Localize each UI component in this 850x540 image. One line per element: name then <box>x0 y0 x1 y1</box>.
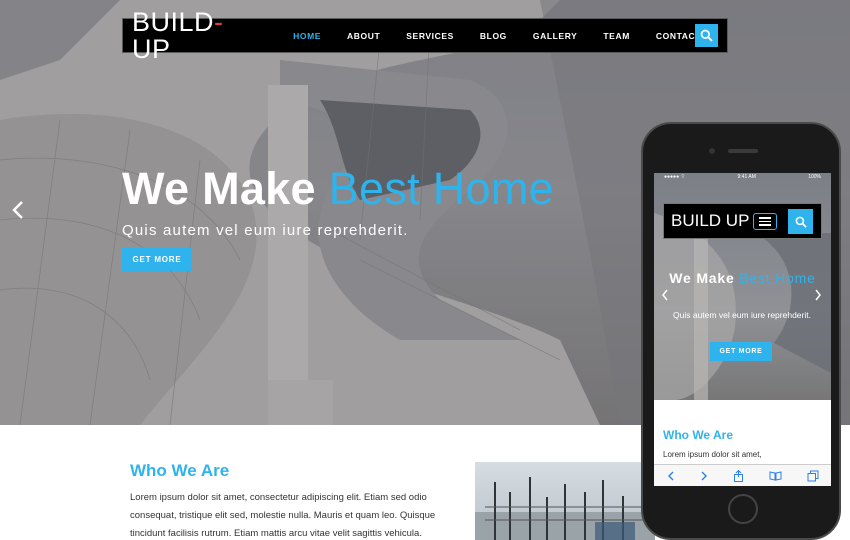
construction-image <box>475 462 655 540</box>
nav-item-gallery[interactable]: GALLERY <box>533 31 578 41</box>
nav-item-services[interactable]: SERVICES <box>406 31 454 41</box>
site-logo[interactable]: BUILD- UP <box>132 6 253 64</box>
mobile-hero-title: We Make Best Home <box>654 270 831 287</box>
search-button[interactable] <box>695 24 718 47</box>
nav-item-about[interactable]: ABOUT <box>347 31 380 41</box>
hero-subtitle: Quis autem vel eum iure reprehderit. <box>122 222 409 239</box>
nav-item-team[interactable]: TEAM <box>603 31 629 41</box>
phone-mockup: ●●●●● ⌔ 9:41 AM 100% BUILD UP We Make Best… <box>641 122 841 540</box>
mobile-title-accent: Best Home <box>739 270 816 286</box>
tabs-icon[interactable] <box>807 470 819 482</box>
mobile-section-paragraph: Lorem ipsum dolor sit amet, <box>663 450 762 459</box>
nav-item-blog[interactable]: BLOG <box>480 31 507 41</box>
logo-dash: - <box>214 6 224 37</box>
section-heading: Who We Are <box>130 461 230 480</box>
chevron-left-icon[interactable] <box>10 200 26 220</box>
mobile-get-more-button[interactable]: GET MORE <box>710 342 772 361</box>
search-icon <box>795 216 807 228</box>
mobile-section-heading: Who We Are <box>663 428 734 442</box>
top-navbar: BUILD- UP HOME ABOUT SERVICES BLOG GALLER… <box>122 8 728 62</box>
mobile-hero-subtitle: Quis autem vel eum iure reprehderit. <box>673 310 811 320</box>
status-battery: 100% <box>808 174 821 180</box>
share-icon[interactable] <box>733 469 744 482</box>
mobile-status-bar: ●●●●● ⌔ 9:41 AM 100% <box>664 174 821 180</box>
forward-icon[interactable] <box>700 471 708 481</box>
back-icon[interactable] <box>667 471 675 481</box>
page: BUILD- UP HOME ABOUT SERVICES BLOG GALLER… <box>0 0 850 540</box>
mobile-logo[interactable]: BUILD UP <box>671 211 749 231</box>
search-icon <box>700 29 713 42</box>
status-time: 9:41 AM <box>737 174 756 180</box>
bookmarks-icon[interactable] <box>769 470 782 481</box>
get-more-button[interactable]: GET MORE <box>122 248 192 271</box>
hero-title-main: We Make <box>122 163 329 214</box>
phone-camera <box>709 148 715 154</box>
section-paragraph: Lorem ipsum dolor sit amet, consectetur … <box>130 492 436 539</box>
mobile-search-button[interactable] <box>788 209 813 234</box>
nav-item-home[interactable]: HOME <box>293 31 321 41</box>
chevron-left-icon[interactable] <box>661 289 669 301</box>
phone-home-button[interactable] <box>728 494 758 524</box>
mobile-browser-toolbar <box>654 464 831 486</box>
phone-speaker <box>728 149 758 153</box>
chevron-right-icon[interactable] <box>814 289 822 301</box>
phone-screen: ●●●●● ⌔ 9:41 AM 100% BUILD UP We Make Best… <box>654 173 831 486</box>
mobile-hero: ●●●●● ⌔ 9:41 AM 100% BUILD UP We Make Best… <box>654 173 831 400</box>
menu-icon[interactable] <box>753 213 777 230</box>
main-menu: HOME ABOUT SERVICES BLOG GALLERY TEAM CO… <box>293 31 727 41</box>
mobile-title-main: We Make <box>669 270 740 286</box>
logo-text-up: UP <box>132 33 171 64</box>
hero-title: We Make Best Home <box>122 163 554 215</box>
hero-title-accent: Best Home <box>328 163 554 214</box>
logo-text-build: BUILD <box>132 6 215 37</box>
mobile-navbar: BUILD UP <box>663 203 822 239</box>
